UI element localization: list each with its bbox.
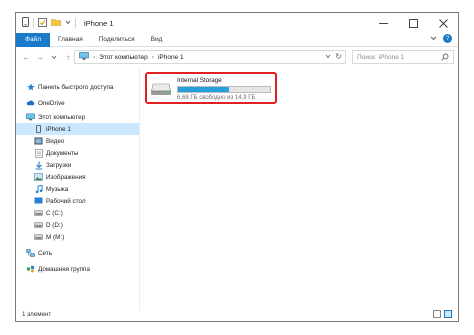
sidebar-item-label: iPhone 1 — [46, 125, 71, 133]
tab-file[interactable]: Файл — [16, 32, 50, 47]
sidebar-item-documents[interactable]: Документы — [34, 147, 78, 159]
network-icon — [26, 249, 35, 257]
address-bar[interactable]: › Этот компьютер › iPhone 1 ↻ — [74, 50, 346, 64]
sidebar-item-label: Домашняя группа — [38, 265, 90, 273]
sidebar-item-label: Этот компьютер — [38, 113, 86, 121]
expand-ribbon-icon[interactable] — [430, 35, 437, 43]
sidebar-item-videos[interactable]: Видео — [34, 135, 64, 147]
storage-drive-icon — [151, 83, 171, 95]
search-icon — [441, 53, 449, 63]
computer-small-icon — [79, 52, 89, 62]
sidebar-item-onedrive[interactable]: OneDrive — [26, 97, 65, 109]
drive-name: Internal Storage — [177, 77, 222, 84]
search-placeholder: Поиск: iPhone 1 — [357, 53, 405, 61]
cloud-icon — [26, 99, 35, 107]
star-icon — [26, 83, 35, 91]
sidebar-item-quick-access[interactable]: Панель быстрого доступа — [26, 81, 113, 93]
sidebar-item-downloads[interactable]: Загрузки — [34, 159, 71, 171]
status-bar: 1 элемент — [16, 308, 458, 321]
close-icon — [438, 18, 448, 28]
ribbon-right-controls: ? — [430, 34, 452, 43]
forward-arrow-icon[interactable]: → — [36, 53, 44, 62]
toolbar-divider — [75, 18, 76, 28]
tab-home[interactable]: Главная — [50, 33, 91, 47]
sidebar-item-label: OneDrive — [38, 99, 65, 107]
sidebar-item-label: Рабочий стол — [46, 197, 86, 205]
sidebar-item-network[interactable]: Сеть — [26, 247, 52, 259]
ribbon-tabs: Файл Главная Поделиться Вид ? — [16, 32, 458, 47]
sidebar-item-drive-m[interactable]: M (M:) — [34, 231, 64, 243]
sidebar-item-label: Видео — [46, 137, 65, 145]
sidebar-item-label: C (C:) — [46, 209, 63, 217]
recent-locations-icon[interactable] — [50, 53, 58, 62]
sidebar-item-label: D (D:) — [46, 221, 63, 229]
up-arrow-icon[interactable]: ↑ — [64, 53, 72, 62]
storage-usage-bar — [177, 86, 271, 93]
window-title: iPhone 1 — [84, 18, 114, 28]
sidebar-item-label: Изображения — [46, 173, 86, 181]
tab-share[interactable]: Поделиться — [91, 33, 143, 47]
title-bar: iPhone 1 — [16, 13, 458, 33]
breadcrumb-separator: › — [151, 53, 154, 61]
storage-usage-fill — [178, 87, 229, 92]
close-button[interactable] — [428, 13, 458, 33]
music-icon — [34, 184, 43, 193]
sidebar-item-homegroup[interactable]: Домашняя группа — [26, 263, 90, 275]
tab-view[interactable]: Вид — [143, 33, 171, 47]
window-controls — [368, 13, 458, 33]
window-app-icon — [22, 17, 29, 29]
item-count: 1 элемент — [22, 311, 52, 318]
explorer-window: iPhone 1 Файл Главная Поделиться Вид ? ← — [15, 12, 459, 322]
content-pane: Internal Storage 6,68 ГБ свободно из 14,… — [142, 67, 458, 310]
help-icon[interactable]: ? — [443, 34, 452, 43]
internal-storage-tile[interactable]: Internal Storage 6,68 ГБ свободно из 14,… — [145, 72, 277, 104]
desktop-folder-icon — [34, 197, 43, 205]
breadcrumb-this-pc[interactable]: Этот компьютер — [99, 54, 148, 61]
sidebar-item-label: Загрузки — [46, 161, 72, 169]
drive-icon — [34, 221, 43, 229]
toolbar-divider — [33, 18, 34, 28]
sidebar-item-label: M (M:) — [46, 233, 65, 241]
computer-icon — [26, 113, 35, 121]
refresh-icon[interactable]: ↻ — [335, 52, 342, 61]
sidebar-item-drive-c[interactable]: C (C:) — [34, 207, 63, 219]
sidebar-item-label: Сеть — [38, 249, 53, 257]
new-folder-icon[interactable] — [51, 18, 61, 28]
pictures-folder-icon — [34, 173, 43, 181]
properties-icon[interactable] — [38, 17, 47, 29]
drive-icon — [34, 209, 43, 217]
minimize-icon — [378, 22, 388, 24]
tiles-view-icon[interactable] — [444, 310, 452, 318]
free-space-text: 6,68 ГБ свободно из 14,9 ГБ — [177, 95, 256, 101]
minimize-button[interactable] — [368, 13, 398, 33]
download-icon — [34, 161, 43, 170]
sidebar-item-label: Документы — [46, 149, 79, 157]
sidebar-item-label: Панель быстрого доступа — [38, 83, 114, 91]
search-input[interactable]: Поиск: iPhone 1 — [352, 50, 454, 64]
navigation-pane: Панель быстрого доступа OneDrive Этот ко… — [16, 67, 140, 310]
quick-access-toolbar — [16, 17, 76, 29]
navigation-bar: ← → ↑ › Этот компьютер › iPhone 1 ↻ Поис… — [16, 48, 458, 66]
sidebar-item-this-pc[interactable]: Этот компьютер — [26, 111, 85, 123]
view-switcher — [433, 310, 452, 318]
sidebar-item-music[interactable]: Музыка — [34, 183, 68, 195]
documents-folder-icon — [34, 148, 43, 158]
sidebar-item-pictures[interactable]: Изображения — [34, 171, 86, 183]
video-folder-icon — [34, 137, 43, 145]
homegroup-icon — [26, 265, 35, 273]
sidebar-item-desktop[interactable]: Рабочий стол — [34, 195, 86, 207]
phone-icon — [34, 125, 43, 133]
sidebar-item-iphone[interactable]: iPhone 1 — [16, 123, 139, 135]
breadcrumb-iphone[interactable]: iPhone 1 — [158, 54, 184, 61]
sidebar-item-drive-d[interactable]: D (D:) — [34, 219, 63, 231]
maximize-icon — [408, 18, 418, 28]
address-dropdown-icon[interactable] — [325, 53, 331, 61]
maximize-button[interactable] — [398, 13, 428, 33]
details-view-icon[interactable] — [433, 310, 441, 318]
breadcrumb-separator: › — [93, 53, 96, 61]
customize-toolbar-icon[interactable] — [65, 19, 71, 27]
back-arrow-icon[interactable]: ← — [22, 53, 30, 62]
sidebar-item-label: Музыка — [46, 185, 69, 193]
drive-icon — [34, 233, 43, 241]
